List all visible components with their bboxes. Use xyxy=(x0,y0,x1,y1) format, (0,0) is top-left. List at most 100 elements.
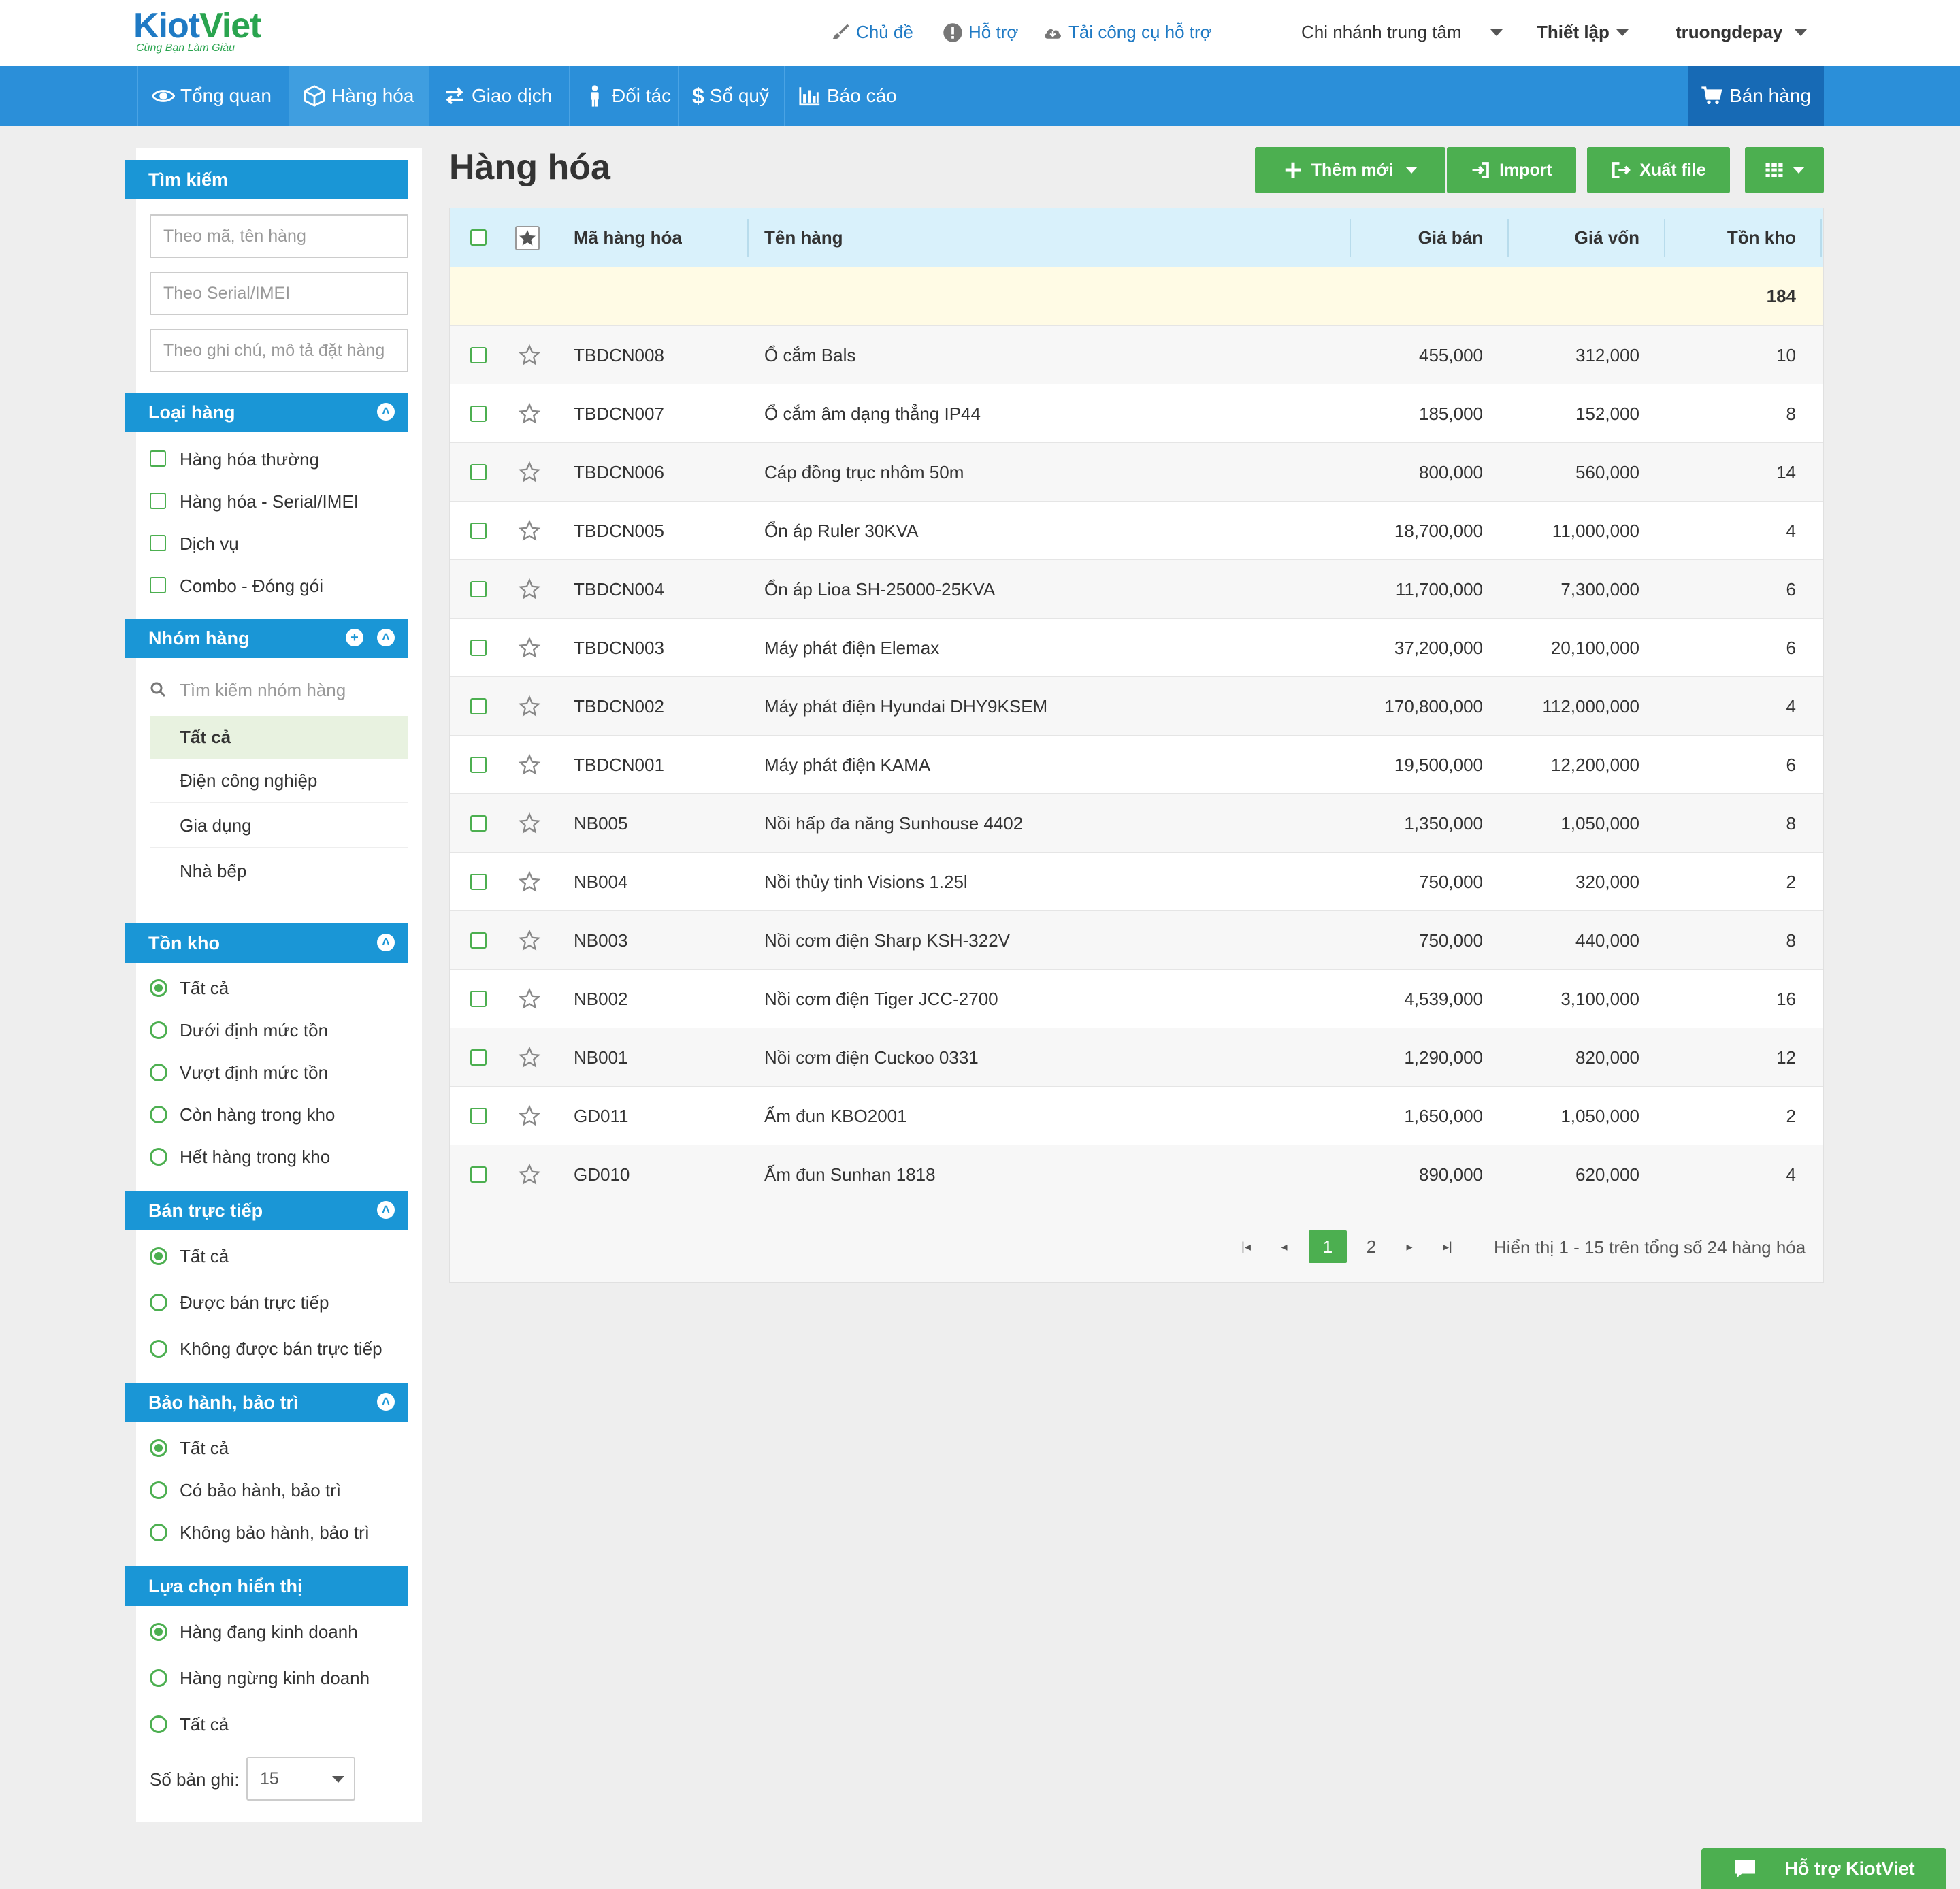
product-code[interactable]: GD010 xyxy=(574,1145,630,1204)
add-group-icon[interactable]: + xyxy=(346,629,363,646)
stock-radio-below[interactable] xyxy=(150,1021,167,1039)
add-new-button[interactable]: Thêm mới xyxy=(1255,147,1446,193)
table-row[interactable]: NB004 Nồi thủy tinh Visions 1.25l 750,000 3… xyxy=(450,852,1823,910)
product-code[interactable]: TBDCN007 xyxy=(574,384,664,443)
product-code[interactable]: GD011 xyxy=(574,1087,628,1145)
stock-section-header[interactable]: Tồn kho ˄ xyxy=(125,923,408,963)
search-code-name-input[interactable] xyxy=(150,214,408,258)
display-radio-active[interactable] xyxy=(150,1623,167,1641)
table-row[interactable]: GD011 Ấm đun KBO2001 1,650,000 1,050,000 2 xyxy=(450,1086,1823,1145)
table-row[interactable]: NB005 Nồi hấp đa năng Sunhouse 4402 1,350,… xyxy=(450,793,1823,852)
stock-radio-in-stock[interactable] xyxy=(150,1106,167,1123)
chevron-up-icon[interactable]: ˄ xyxy=(377,629,395,646)
row-checkbox[interactable] xyxy=(470,464,487,480)
nav-overview[interactable]: Tổng quan xyxy=(137,66,289,126)
type-checkbox-normal[interactable] xyxy=(150,450,166,467)
star-icon[interactable] xyxy=(518,753,541,776)
import-button[interactable]: Import xyxy=(1447,147,1576,193)
row-checkbox[interactable] xyxy=(470,698,487,714)
direct-sale-section-header[interactable]: Bán trực tiếp ˄ xyxy=(125,1191,408,1230)
kiotviet-logo[interactable]: KiotViet xyxy=(133,5,262,46)
chevron-up-icon[interactable]: ˄ xyxy=(377,1393,395,1411)
star-icon[interactable] xyxy=(518,1163,541,1186)
next-page-button[interactable]: ▸ xyxy=(1396,1230,1423,1263)
table-row[interactable]: TBDCN001 Máy phát điện KAMA 19,500,000 12,2… xyxy=(450,735,1823,793)
table-row[interactable]: TBDCN007 Ổ cắm âm dạng thẳng IP44 185,000 1… xyxy=(450,384,1823,442)
row-checkbox[interactable] xyxy=(470,640,487,656)
branch-dropdown[interactable]: Chi nhánh trung tâm xyxy=(1301,22,1503,43)
star-icon[interactable] xyxy=(518,1104,541,1128)
product-code[interactable]: TBDCN004 xyxy=(574,560,664,619)
support-link[interactable]: Hỗ trợ xyxy=(943,22,1018,43)
table-row[interactable]: TBDCN006 Cáp đồng trục nhôm 50m 800,000 560… xyxy=(450,442,1823,501)
product-code[interactable]: NB004 xyxy=(574,853,628,911)
last-page-button[interactable]: ▸| xyxy=(1434,1230,1461,1263)
display-radio-inactive[interactable] xyxy=(150,1669,167,1687)
group-item-all[interactable]: Tất cả xyxy=(150,716,408,759)
download-tools-link[interactable]: Tải công cụ hỗ trợ xyxy=(1043,22,1212,43)
product-code[interactable]: NB001 xyxy=(574,1028,628,1087)
table-row[interactable]: NB001 Nồi cơm điện Cuckoo 0331 1,290,000 82… xyxy=(450,1028,1823,1086)
product-code[interactable]: TBDCN001 xyxy=(574,736,664,794)
column-header-name[interactable]: Tên hàng xyxy=(764,208,843,267)
star-icon[interactable] xyxy=(518,461,541,484)
type-checkbox-serial[interactable] xyxy=(150,493,166,509)
theme-link[interactable]: Chủ đề xyxy=(830,22,913,43)
page-1-button[interactable]: 1 xyxy=(1309,1230,1347,1263)
column-header-stock[interactable]: Tồn kho xyxy=(1675,208,1796,267)
sell-button[interactable]: Bán hàng xyxy=(1688,66,1824,126)
user-dropdown[interactable]: truongdepay xyxy=(1676,22,1808,43)
row-checkbox[interactable] xyxy=(470,815,487,832)
product-code[interactable]: TBDCN002 xyxy=(574,677,664,736)
group-section-header[interactable]: Nhóm hàng + ˄ xyxy=(125,619,408,658)
table-row[interactable]: TBDCN003 Máy phát điện Elemax 37,200,000 20… xyxy=(450,618,1823,676)
table-row[interactable]: GD010 Ấm đun Sunhan 1818 890,000 620,000 4 xyxy=(450,1145,1823,1203)
direct-sale-radio-yes[interactable] xyxy=(150,1294,167,1311)
warranty-radio-all[interactable] xyxy=(150,1439,167,1457)
chevron-up-icon[interactable]: ˄ xyxy=(377,934,395,951)
chevron-up-icon[interactable]: ˄ xyxy=(377,403,395,421)
product-code[interactable]: NB003 xyxy=(574,911,628,970)
type-checkbox-combo[interactable] xyxy=(150,577,166,593)
type-checkbox-service[interactable] xyxy=(150,535,166,551)
table-row[interactable]: NB003 Nồi cơm điện Sharp KSH-322V 750,000 4… xyxy=(450,910,1823,969)
star-icon[interactable] xyxy=(518,578,541,601)
column-header-code[interactable]: Mã hàng hóa xyxy=(574,208,682,267)
row-checkbox[interactable] xyxy=(470,347,487,363)
nav-transactions[interactable]: Giao dịch xyxy=(429,66,569,126)
row-checkbox[interactable] xyxy=(470,757,487,773)
support-chat-button[interactable]: Hỗ trợ KiotViet xyxy=(1701,1848,1946,1889)
nav-reports[interactable]: Báo cáo xyxy=(784,66,904,126)
column-header-price[interactable]: Giá bán xyxy=(1362,208,1483,267)
row-checkbox[interactable] xyxy=(470,1108,487,1124)
warranty-section-header[interactable]: Bảo hành, bảo trì ˄ xyxy=(125,1383,408,1422)
star-icon[interactable] xyxy=(518,812,541,835)
star-icon[interactable] xyxy=(518,695,541,718)
column-toggle-button[interactable] xyxy=(1745,147,1824,193)
nav-partners[interactable]: Đối tác xyxy=(569,66,678,126)
settings-dropdown[interactable]: Thiết lập xyxy=(1537,22,1629,43)
product-code[interactable]: TBDCN008 xyxy=(574,326,664,384)
display-radio-all[interactable] xyxy=(150,1715,167,1733)
warranty-radio-yes[interactable] xyxy=(150,1481,167,1499)
product-code[interactable]: TBDCN003 xyxy=(574,619,664,677)
star-icon[interactable] xyxy=(518,344,541,367)
column-header-cost[interactable]: Giá vốn xyxy=(1518,208,1639,267)
page-2-button[interactable]: 2 xyxy=(1352,1230,1390,1263)
type-section-header[interactable]: Loại hàng ˄ xyxy=(125,393,408,432)
star-icon[interactable] xyxy=(518,402,541,425)
favorite-filter-button[interactable] xyxy=(515,226,540,250)
star-icon[interactable] xyxy=(518,870,541,893)
table-row[interactable]: TBDCN002 Máy phát điện Hyundai DHY9KSEM 17… xyxy=(450,676,1823,735)
first-page-button[interactable]: |◂ xyxy=(1232,1230,1260,1263)
direct-sale-radio-no[interactable] xyxy=(150,1340,167,1358)
group-item-industrial[interactable]: Điện công nghiệp xyxy=(150,759,408,803)
star-icon[interactable] xyxy=(518,636,541,659)
star-icon[interactable] xyxy=(518,929,541,952)
warranty-radio-no[interactable] xyxy=(150,1524,167,1541)
prev-page-button[interactable]: ◂ xyxy=(1271,1230,1298,1263)
star-icon[interactable] xyxy=(518,1046,541,1069)
stock-radio-all[interactable] xyxy=(150,979,167,997)
product-code[interactable]: NB002 xyxy=(574,970,628,1028)
nav-products[interactable]: Hàng hóa xyxy=(289,66,429,126)
